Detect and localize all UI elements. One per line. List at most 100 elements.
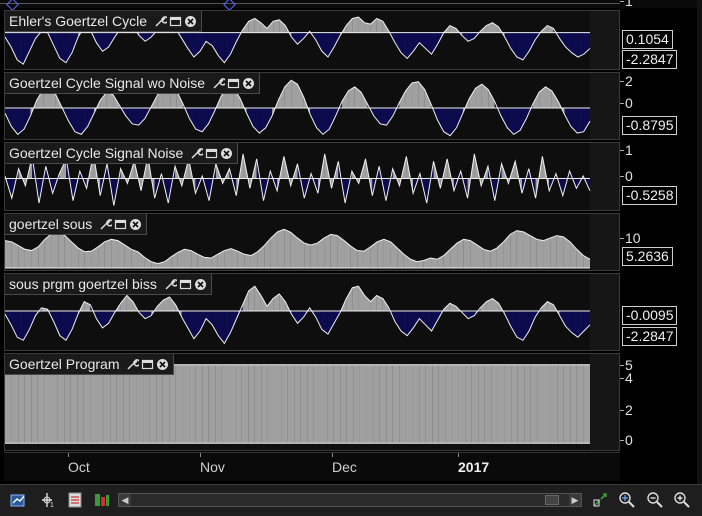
crosshair-icon[interactable]: 1 [38, 490, 58, 510]
indicator-icon[interactable] [92, 490, 112, 510]
indicator-pane[interactable]: Goertzel Cycle Signal Noise [4, 142, 620, 211]
area-segment [259, 108, 266, 134]
pane-title-bar[interactable]: Goertzel Cycle Signal Noise [5, 143, 239, 164]
area-segment [377, 239, 384, 268]
plot-gutter [590, 73, 619, 139]
indicator-pane[interactable]: sous prgm goertzel biss [4, 273, 620, 351]
window-icon[interactable] [179, 278, 192, 291]
area-segment [57, 364, 65, 444]
scrollbar-thumb[interactable] [545, 495, 559, 505]
pane-title-bar[interactable]: Goertzel Program [5, 354, 175, 375]
window-icon[interactable] [205, 147, 218, 160]
area-segment [373, 108, 381, 124]
area-segment [23, 311, 30, 341]
top-divider [0, 3, 620, 4]
area-segment [503, 234, 511, 268]
month-label: Oct [68, 459, 90, 475]
expand-icon[interactable] [590, 490, 610, 510]
indicator-pane[interactable]: goertzel sous [4, 213, 620, 271]
close-icon[interactable] [194, 278, 207, 291]
scroll-right-icon[interactable]: ▶ [569, 494, 581, 506]
area-segment [120, 295, 127, 312]
close-icon[interactable] [129, 218, 142, 231]
area-segment [273, 19, 280, 33]
close-icon[interactable] [156, 358, 169, 371]
area-segment [64, 364, 71, 444]
zoom-fit-icon[interactable] [617, 490, 637, 510]
area-segment [206, 311, 213, 325]
last-value-box: 0.1054 [622, 30, 673, 49]
area-segment [557, 364, 564, 444]
area-segment [313, 364, 321, 444]
area-segment [516, 311, 523, 341]
month-label: Nov [200, 459, 225, 475]
chart-edit-icon[interactable] [8, 490, 28, 510]
area-segment [550, 364, 558, 444]
area-segment [516, 32, 523, 60]
axis-tick: 4 [620, 370, 633, 386]
area-segment [310, 243, 318, 268]
area-segment [221, 364, 229, 444]
window-icon[interactable] [114, 218, 127, 231]
axis-tick: 0 [620, 168, 633, 184]
area-segment [204, 257, 212, 268]
close-icon[interactable] [242, 77, 255, 90]
pane-title-bar[interactable]: Goertzel Cycle Signal wo Noise [5, 73, 261, 94]
area-segment [182, 364, 190, 444]
area-segment [71, 241, 79, 268]
area-segment [465, 364, 472, 444]
wrench-icon[interactable] [154, 15, 168, 28]
area-segment [443, 108, 451, 136]
area-segment [208, 364, 216, 444]
plot-gutter [590, 214, 619, 270]
area-segment [523, 231, 531, 268]
area-segment [218, 32, 225, 63]
area-segment [392, 364, 400, 444]
window-icon[interactable] [141, 358, 154, 371]
wrench-icon[interactable] [212, 77, 226, 90]
area-segment [370, 18, 377, 33]
area-segment [291, 80, 298, 108]
area-segment [380, 108, 387, 126]
indicator-pane[interactable]: Goertzel Cycle Signal wo Noise [4, 72, 620, 140]
area-segment [297, 311, 304, 324]
area-segment [83, 364, 91, 444]
area-segment [373, 364, 380, 444]
close-icon[interactable] [220, 147, 233, 160]
wrench-icon[interactable] [99, 218, 113, 231]
pane-title-bar[interactable]: Ehler's Goertzel Cycle [5, 11, 203, 32]
pane-title-bar[interactable]: sous prgm goertzel biss [5, 274, 212, 295]
area-segment [11, 32, 18, 60]
area-segment [340, 364, 347, 444]
area-segment [492, 22, 499, 33]
indicator-pane[interactable]: Goertzel Program [4, 353, 620, 451]
wrench-icon[interactable] [164, 278, 177, 291]
close-icon[interactable] [184, 15, 197, 28]
indicator-pane[interactable]: Ehler's Goertzel Cycle [4, 10, 620, 70]
zoom-out-icon[interactable] [645, 490, 665, 510]
last-value-box: -0.5258 [622, 186, 678, 205]
scroll-left-icon[interactable]: ◀ [119, 494, 131, 506]
window-icon[interactable] [169, 15, 182, 28]
area-segment [143, 364, 150, 444]
time-axis[interactable]: Oct Nov Dec 2017 [4, 452, 620, 481]
horizontal-scrollbar[interactable]: ◀ ▶ [118, 493, 582, 507]
area-segment [364, 295, 371, 312]
area-segment [413, 32, 420, 52]
area-segment [24, 249, 32, 268]
area-segment [307, 364, 314, 444]
axis-tick: 2 [620, 402, 633, 418]
pane-title: Goertzel Program [9, 356, 120, 372]
area-segment [401, 32, 408, 59]
last-value-box: -0.0095 [622, 306, 678, 325]
pane-title-bar[interactable]: goertzel sous [5, 214, 148, 235]
window-icon[interactable] [227, 77, 240, 90]
area-segment [189, 108, 196, 130]
wrench-icon[interactable] [126, 358, 140, 371]
data-window-icon[interactable] [65, 490, 85, 510]
area-segment [164, 256, 172, 268]
zoom-in-icon[interactable] [672, 490, 692, 510]
wrench-icon[interactable] [190, 147, 204, 160]
area-segment [11, 311, 18, 338]
area-segment [261, 364, 268, 444]
